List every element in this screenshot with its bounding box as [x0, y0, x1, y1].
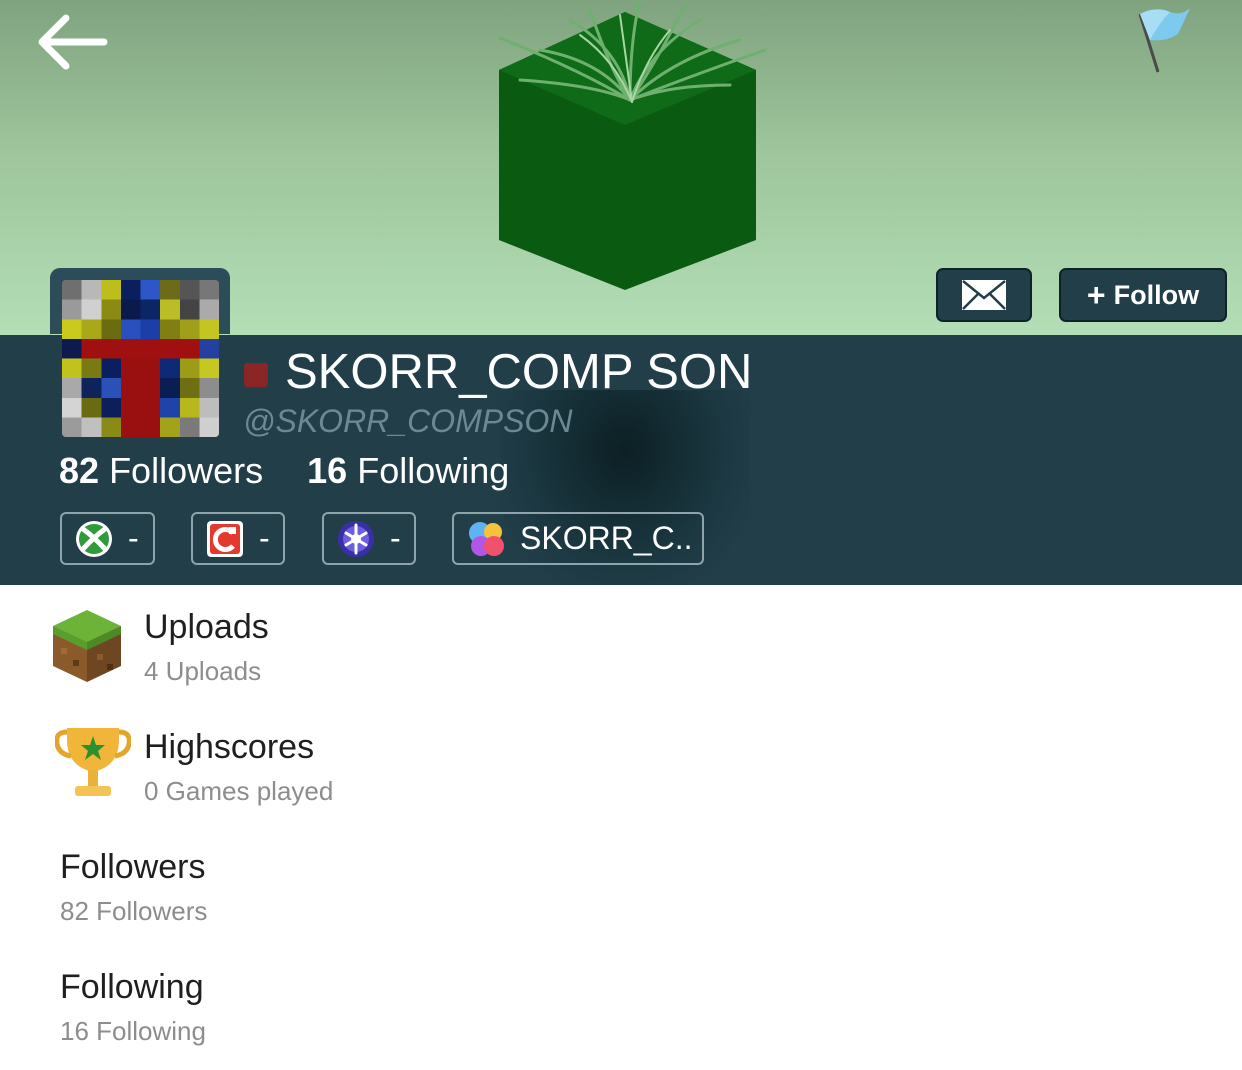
followers-row[interactable]: Followers 82 Followers — [0, 840, 1242, 950]
user-handle: @SKORR_COMPSON — [243, 403, 573, 439]
followers-title: Followers — [60, 848, 206, 886]
following-label[interactable]: Following — [357, 450, 509, 491]
following-title: Following — [60, 968, 204, 1006]
following-row[interactable]: Following 16 Following — [0, 960, 1242, 1070]
xbox-gamertag-badge[interactable]: - — [60, 512, 155, 565]
game-center-icon — [469, 521, 504, 556]
nintendo-id-badge[interactable]: - — [191, 512, 285, 565]
uploads-row[interactable]: Uploads 4 Uploads — [0, 600, 1242, 710]
playstation-id-badge[interactable]: - — [322, 512, 416, 565]
followers-label[interactable]: Followers — [109, 450, 263, 491]
game-center-id: SKORR_C.. — [520, 520, 693, 556]
xbox-gamertag: - — [128, 520, 139, 556]
grass-block-cover-image — [498, 0, 767, 290]
highscores-subtitle: 0 Games played — [144, 776, 334, 806]
highscores-title: Highscores — [144, 728, 315, 766]
follow-counts: 82 Followers 16 Following — [59, 450, 509, 492]
follow-button[interactable]: + Follow — [1059, 268, 1227, 322]
following-count[interactable]: 16 — [307, 450, 347, 491]
xbox-icon — [76, 520, 112, 557]
followers-subtitle: 82 Followers — [60, 896, 208, 926]
uploads-subtitle: 4 Uploads — [144, 656, 262, 686]
envelope-icon — [962, 280, 1006, 310]
display-name: SKORR_COMP SON — [285, 345, 753, 399]
nintendo-id: - — [259, 520, 270, 556]
highscores-row[interactable]: Highscores 0 Games played — [0, 720, 1242, 830]
status-indicator — [244, 363, 268, 387]
nintendo-icon — [207, 520, 243, 557]
game-center-badge[interactable]: SKORR_C.. — [452, 512, 704, 565]
message-button[interactable] — [936, 268, 1032, 322]
following-subtitle: 16 Following — [60, 1016, 206, 1046]
playstation-icon — [338, 520, 374, 557]
plus-icon: + — [1086, 277, 1106, 313]
followers-count[interactable]: 82 — [59, 450, 99, 491]
uploads-title: Uploads — [144, 608, 269, 646]
flag-icon[interactable] — [1130, 4, 1194, 76]
playstation-id: - — [390, 520, 401, 556]
back-arrow-icon[interactable] — [34, 12, 108, 72]
follow-label: Follow — [1113, 279, 1200, 310]
avatar[interactable] — [62, 280, 219, 437]
